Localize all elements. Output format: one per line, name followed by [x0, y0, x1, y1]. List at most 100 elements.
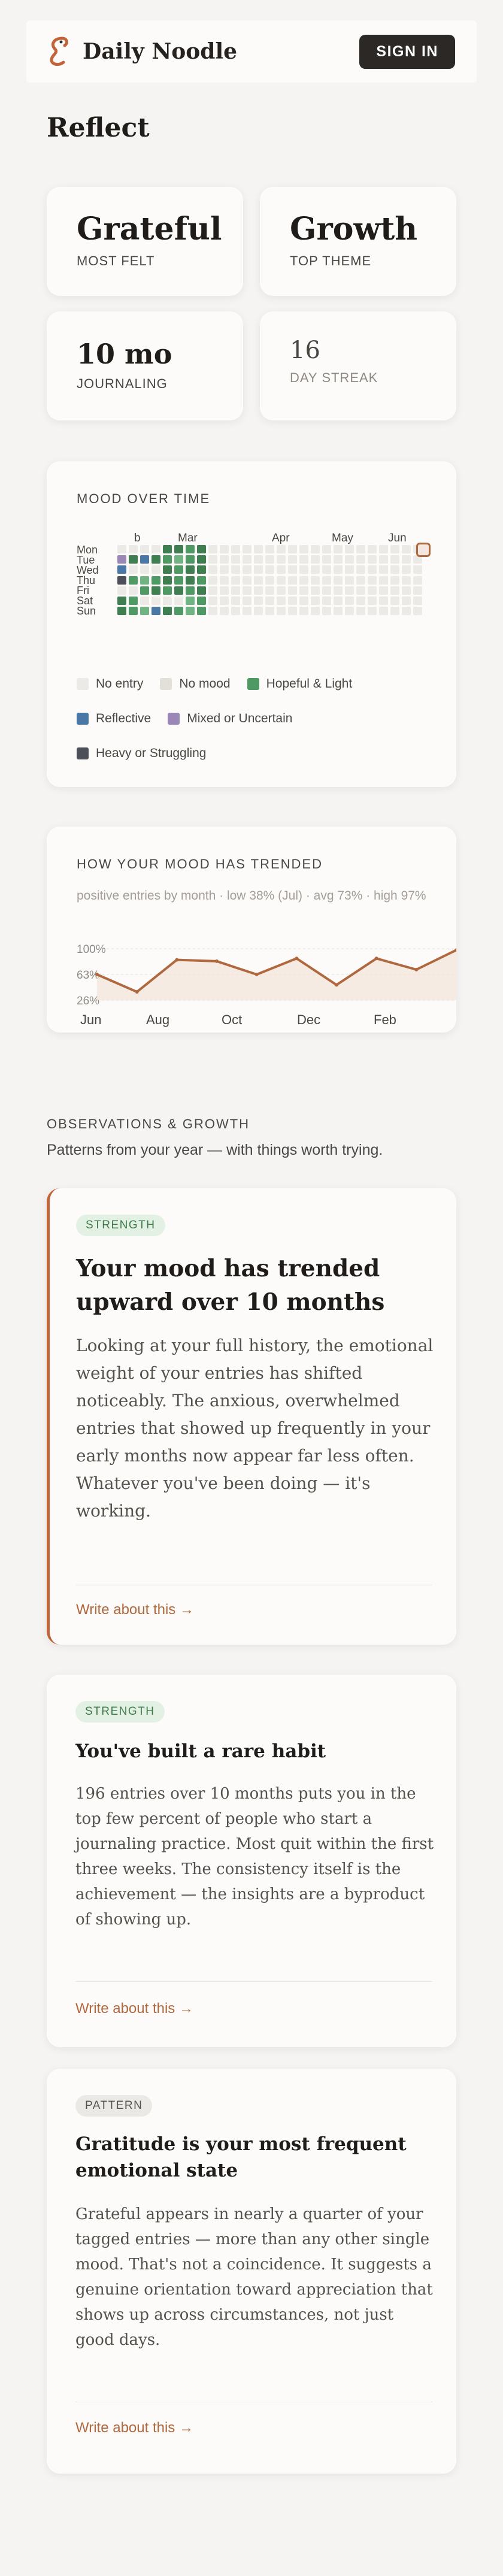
heatmap-cell	[117, 586, 126, 595]
mood-over-time-card: MOOD OVER TIME b Mar Apr May Jun Mon Tue…	[47, 461, 456, 787]
day-label: Sun	[77, 605, 96, 617]
heatmap-cell	[413, 607, 422, 616]
stat-label: DAY STREAK	[290, 370, 378, 385]
trend-point	[175, 958, 179, 962]
legend-item: Reflective	[77, 712, 151, 726]
heatmap-cell	[368, 607, 377, 616]
heatmap-cell	[379, 545, 388, 553]
heatmap-cell	[220, 607, 229, 616]
heatmap-cell	[254, 565, 263, 574]
heatmap-cell	[163, 545, 172, 553]
heatmap-cell	[117, 607, 126, 616]
observation-heading: You've built a rare habit	[75, 1740, 326, 1762]
heatmap-cell	[140, 607, 149, 616]
heatmap-cell	[356, 565, 365, 574]
heatmap-cell	[402, 576, 411, 585]
divider	[75, 1981, 432, 1982]
legend-item: Heavy or Struggling	[77, 746, 206, 761]
heatmap-cell	[413, 586, 422, 595]
heatmap-cell	[129, 576, 138, 585]
heatmap-cell	[186, 607, 195, 616]
observations-subtitle: Patterns from your year — with things wo…	[47, 1142, 383, 1158]
heatmap-cell	[208, 597, 217, 605]
write-about-this-link[interactable]: Write about this →	[75, 2000, 193, 2017]
observation-card: PATTERN Gratitude is your most frequent …	[47, 2069, 456, 2474]
month-label: b	[134, 532, 141, 544]
stat-value: 10 mo	[77, 338, 172, 370]
heatmap-cell	[311, 586, 320, 595]
heatmap-cell	[368, 586, 377, 595]
heatmap-cell	[129, 555, 138, 564]
heatmap-cell	[140, 597, 149, 605]
heatmap-cell	[299, 586, 308, 595]
strength-badge: STRENGTH	[76, 1215, 165, 1236]
heatmap-cell	[345, 576, 354, 585]
noodle-logo-icon	[50, 37, 68, 66]
heatmap-cell	[334, 586, 343, 595]
heatmap-cell	[220, 565, 229, 574]
heatmap-cell	[368, 576, 377, 585]
heatmap-cell	[334, 597, 343, 605]
y-tick-label: 100%	[77, 943, 106, 956]
mood-trend-card: HOW YOUR MOOD HAS TRENDED positive entri…	[47, 827, 456, 1033]
section-title: MOOD OVER TIME	[77, 491, 211, 506]
heatmap-cell	[174, 555, 183, 564]
heatmap-cell	[413, 597, 422, 605]
heatmap-cell	[197, 597, 206, 605]
heatmap-cell	[117, 555, 126, 564]
heatmap-cell	[288, 607, 297, 616]
sign-in-button[interactable]: SIGN IN	[359, 34, 455, 69]
heatmap-cell	[117, 565, 126, 574]
today-highlight[interactable]	[416, 543, 431, 557]
x-tick-label: Aug	[146, 1012, 169, 1027]
heatmap-cell	[277, 586, 286, 595]
observation-heading: Gratitude is your most frequent emotiona…	[75, 2133, 407, 2181]
heatmap-cell	[265, 586, 274, 595]
heatmap-cell	[151, 565, 160, 574]
legend-item: Hopeful & Light	[247, 677, 352, 691]
observation-card: STRENGTH Your mood has trended upward ov…	[47, 1188, 456, 1645]
brand-name: Daily Noodle	[83, 39, 238, 64]
stat-value: Growth	[290, 211, 418, 247]
heatmap-cell	[208, 565, 217, 574]
stat-card-top-theme: Growth TOP THEME	[260, 187, 456, 296]
write-about-this-link[interactable]: Write about this →	[76, 1602, 194, 1618]
heatmap-cell	[402, 597, 411, 605]
brand[interactable]: Daily Noodle	[44, 35, 237, 68]
heatmap-cell	[254, 576, 263, 585]
heatmap-cell	[174, 597, 183, 605]
heatmap-cell	[322, 576, 331, 585]
heatmap-cell	[334, 545, 343, 553]
heatmap-cell	[288, 586, 297, 595]
trend-point	[414, 967, 419, 971]
heatmap-cell	[390, 597, 399, 605]
heatmap-cell	[368, 555, 377, 564]
heatmap-cell	[208, 607, 217, 616]
heatmap-cell	[368, 597, 377, 605]
heatmap-cell	[334, 607, 343, 616]
heatmap-cell	[277, 565, 286, 574]
trend-point	[215, 959, 219, 963]
heatmap-cell	[390, 607, 399, 616]
heatmap-cell	[299, 576, 308, 585]
heatmap-cell	[197, 576, 206, 585]
heatmap-cell	[311, 565, 320, 574]
x-tick-label: Feb	[374, 1012, 396, 1027]
heatmap-cell	[402, 586, 411, 595]
stat-value: 16	[290, 337, 320, 364]
heatmap-cell	[129, 586, 138, 595]
heatmap-cell	[208, 576, 217, 585]
heatmap-cell	[151, 586, 160, 595]
trend-point	[254, 973, 259, 976]
observation-heading: Your mood has trended upward over 10 mon…	[76, 1255, 385, 1316]
heatmap-cell	[140, 545, 149, 553]
heatmap-cell	[197, 555, 206, 564]
heatmap-cell	[117, 576, 126, 585]
write-about-this-link[interactable]: Write about this →	[75, 2420, 193, 2436]
x-tick-label: Oct	[222, 1012, 242, 1027]
heatmap-cell	[254, 555, 263, 564]
heatmap-cell	[368, 565, 377, 574]
heatmap-cell	[220, 555, 229, 564]
x-tick-label: Dec	[297, 1012, 320, 1027]
heatmap-cell	[129, 607, 138, 616]
